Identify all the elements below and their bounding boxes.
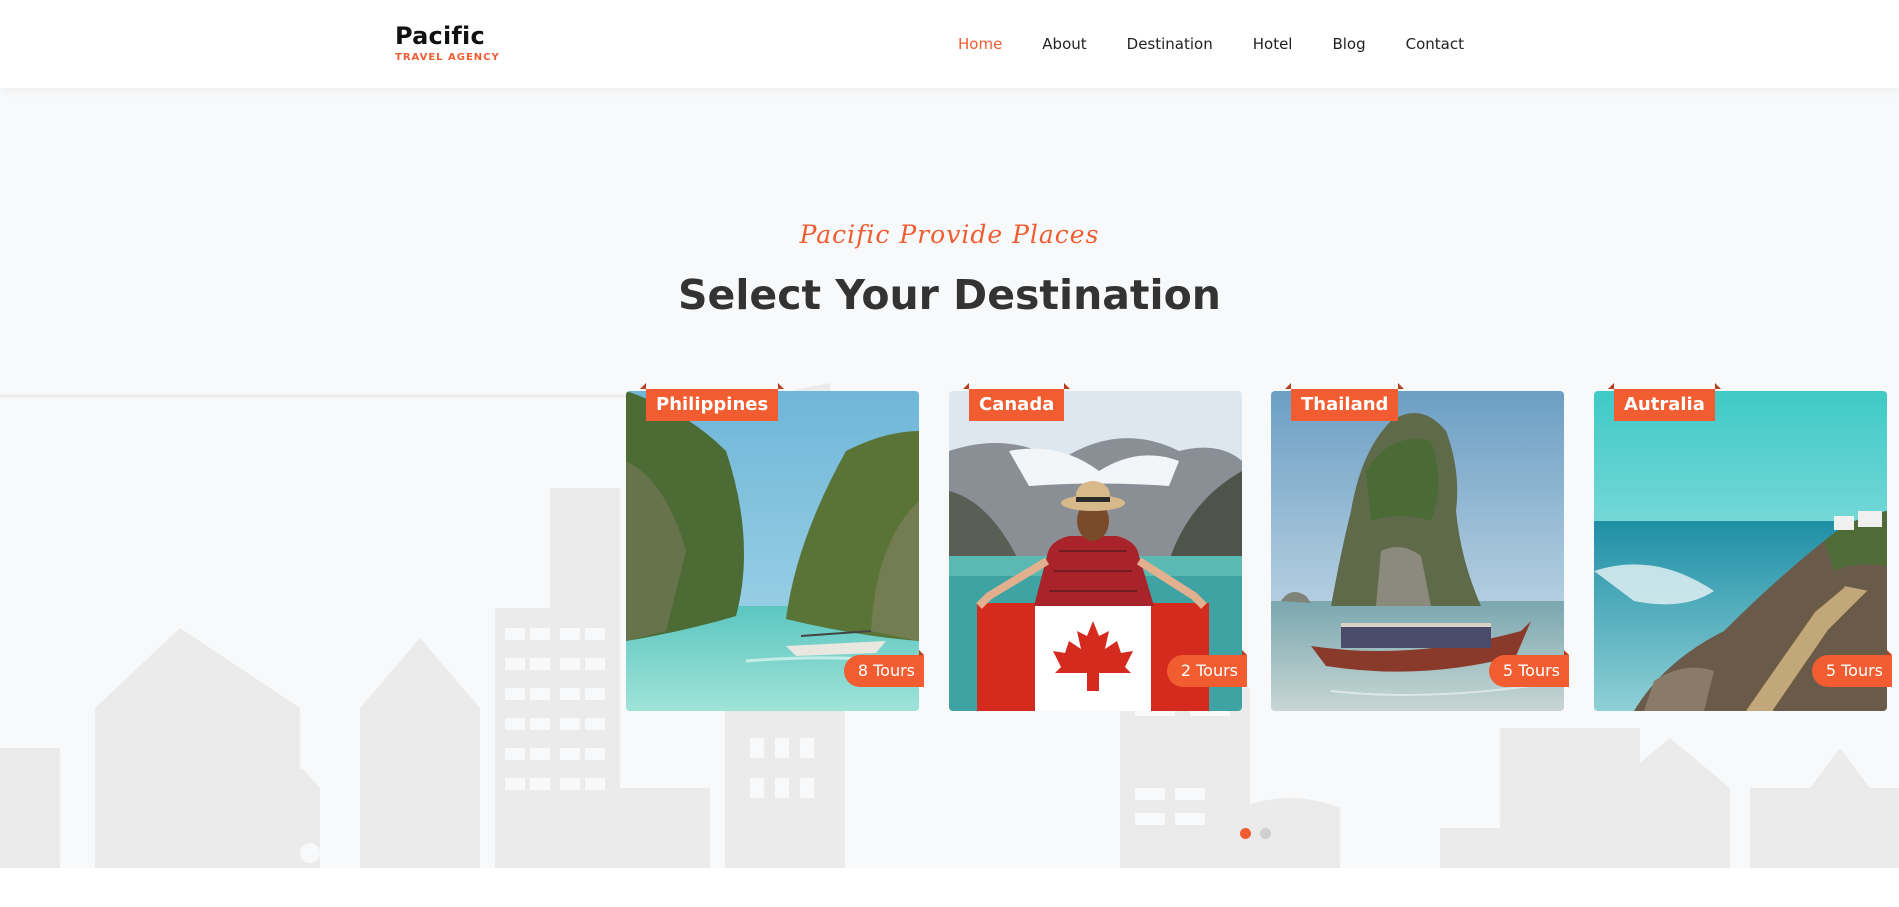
tour-count-badge: 2 Tours <box>1166 650 1248 687</box>
tour-count-badge: 8 Tours <box>843 650 925 687</box>
carousel-dot-1[interactable] <box>1240 828 1251 839</box>
carousel-pagination <box>1240 828 1280 839</box>
destination-section: Pacific Provide Places Select Your Desti… <box>0 88 1899 868</box>
site-header: Pacific TRAVEL AGENCY Home About Destina… <box>0 0 1899 88</box>
destination-name-label: Philippines <box>639 383 785 421</box>
tour-count-badge: 5 Tours <box>1811 650 1893 687</box>
section-title: Select Your Destination <box>678 271 1221 319</box>
nav-about[interactable]: About <box>1042 34 1086 54</box>
carousel-dot-2[interactable] <box>1260 828 1271 839</box>
destination-card-thailand[interactable]: Thailand 5 Tours <box>1271 383 1570 711</box>
site-logo[interactable]: Pacific TRAVEL AGENCY <box>395 22 500 63</box>
nav-destination[interactable]: Destination <box>1127 34 1213 54</box>
destination-name-label: Autralia <box>1608 383 1721 421</box>
logo-name: Pacific <box>395 22 485 50</box>
destination-card-canada[interactable]: Canada 2 Tours <box>949 383 1248 711</box>
destination-name-label: Canada <box>962 383 1071 421</box>
nav-hotel[interactable]: Hotel <box>1253 34 1293 54</box>
destination-name-label: Thailand <box>1284 383 1405 421</box>
nav-blog[interactable]: Blog <box>1332 34 1365 54</box>
page-bottom-strip <box>0 868 1899 907</box>
logo-tagline: TRAVEL AGENCY <box>395 52 500 63</box>
tour-count-badge: 5 Tours <box>1488 650 1570 687</box>
section-subtitle: Pacific Provide Places <box>799 220 1100 249</box>
nav-contact[interactable]: Contact <box>1406 34 1464 54</box>
destination-card-philippines[interactable]: Philippines 8 Tours <box>626 383 925 711</box>
destination-card-autralia[interactable]: Autralia 5 Tours <box>1594 383 1893 711</box>
nav-home[interactable]: Home <box>958 34 1002 54</box>
main-nav: Home About Destination Hotel Blog Contac… <box>958 34 1504 54</box>
